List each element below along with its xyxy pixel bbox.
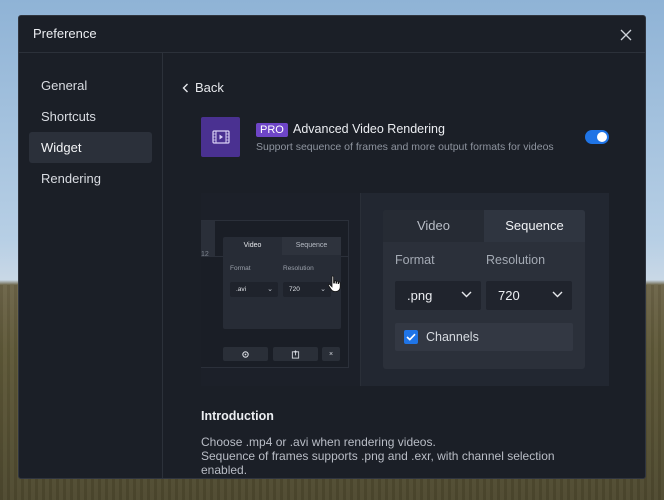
mini-close-glyph: × (328, 350, 334, 358)
resolution-value: 720 (498, 288, 520, 303)
intro-line-2: Sequence of frames supports .png and .ex… (201, 449, 555, 477)
format-select[interactable]: .png (395, 281, 481, 310)
chevron-down-icon: ⌄ (267, 286, 273, 293)
chevron-down-icon (552, 291, 563, 298)
video-icon (211, 130, 230, 144)
feature-icon (201, 117, 240, 157)
mini-render-panel: Video Sequence Format Resolution .avi ⌄ … (223, 237, 341, 329)
channels-label: Channels (426, 330, 479, 344)
export-icon (291, 349, 300, 359)
resolution-select[interactable]: 720 (486, 281, 572, 310)
hand-cursor-icon (327, 275, 341, 292)
sidebar-item-shortcuts[interactable]: Shortcuts (29, 101, 152, 132)
toggle-knob (597, 132, 607, 142)
mini-resolution-label: Resolution (283, 265, 314, 272)
feature-toggle[interactable] (585, 130, 609, 144)
back-button[interactable]: Back (182, 80, 224, 95)
chevron-left-icon (182, 83, 188, 92)
mini-format-label: Format (230, 265, 251, 272)
format-value: .png (407, 288, 433, 303)
titlebar: Preference (19, 16, 645, 53)
mini-tab-video: Video (243, 242, 262, 249)
content-area: Back PRO Advanced Video Rendering Suppor… (164, 53, 645, 478)
sidebar-item-general[interactable]: General (29, 70, 152, 101)
mini-tab-sequence: Sequence (282, 237, 341, 255)
mini-preview: 12 Video Sequence Format Resolution .avi… (201, 193, 361, 386)
mini-format-select: .avi ⌄ (230, 282, 278, 297)
format-label: Format (395, 253, 435, 267)
preference-dialog: Preference General Shortcuts Widget Rend… (18, 15, 646, 479)
tab-video[interactable]: Video (383, 210, 484, 242)
mini-resolution-value: 720 (289, 286, 300, 293)
mini-gear-button (223, 347, 268, 361)
mini-export-button (273, 347, 318, 361)
sidebar-item-rendering[interactable]: Rendering (29, 163, 152, 194)
preview-image: 12 Video Sequence Format Resolution .avi… (201, 193, 609, 386)
tab-sequence[interactable]: Sequence (484, 210, 585, 242)
back-label: Back (195, 80, 224, 95)
intro-heading: Introduction (201, 409, 274, 423)
gear-icon (242, 350, 249, 358)
mini-number: 12 (201, 251, 209, 258)
sidebar-item-widget[interactable]: Widget (29, 132, 152, 163)
mini-close-button: × (322, 347, 340, 361)
feature-title: Advanced Video Rendering (293, 122, 445, 136)
render-panel-preview: Video Sequence Format Resolution .png 72… (383, 210, 585, 369)
channels-checkbox-row[interactable]: Channels (395, 323, 573, 351)
chevron-down-icon: ⌄ (320, 286, 326, 293)
mini-resolution-select: 720 ⌄ (283, 282, 331, 297)
check-icon (406, 333, 416, 341)
pro-badge: PRO (256, 123, 288, 137)
resolution-label: Resolution (486, 253, 546, 267)
intro-line-1: Choose .mp4 or .avi when rendering video… (201, 435, 436, 449)
window-title: Preference (33, 26, 97, 41)
close-icon (620, 29, 632, 41)
mini-format-value: .avi (236, 286, 247, 293)
feature-subtitle: Support sequence of frames and more outp… (256, 141, 554, 153)
channels-checkbox[interactable] (404, 330, 418, 344)
close-button[interactable] (615, 24, 637, 46)
sidebar: General Shortcuts Widget Rendering (19, 53, 163, 478)
intro-text: Choose .mp4 or .avi when rendering video… (201, 435, 591, 477)
chevron-down-icon (461, 291, 472, 298)
